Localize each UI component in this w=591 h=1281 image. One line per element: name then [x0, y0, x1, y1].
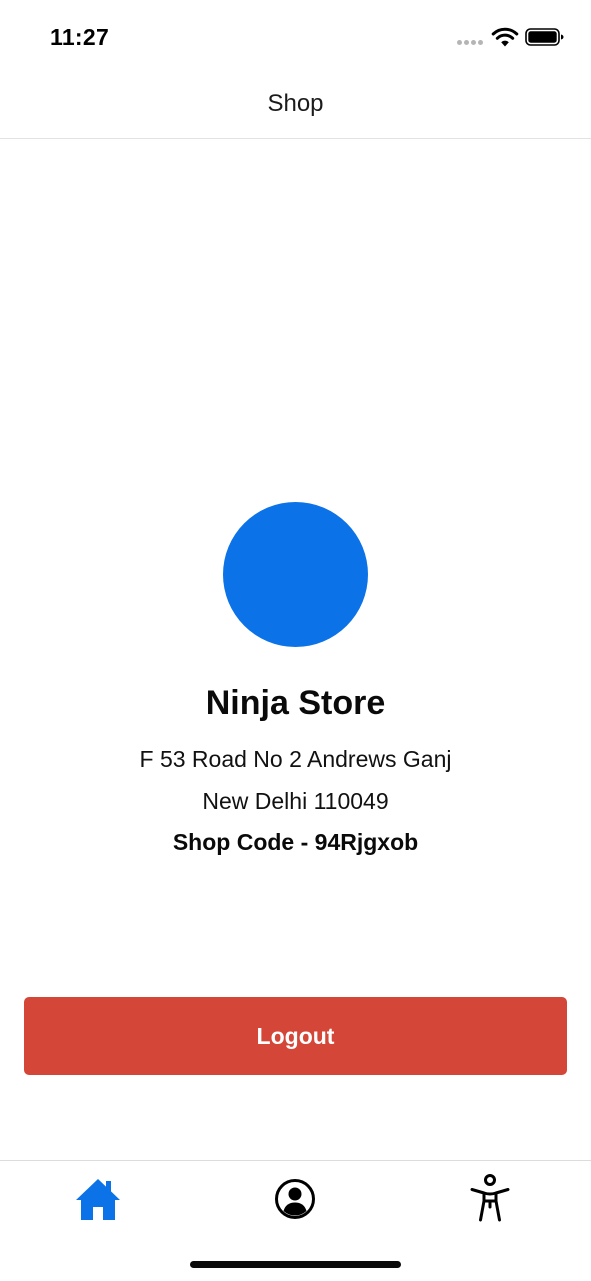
status-time: 11:27 [50, 24, 110, 50]
store-avatar [223, 502, 368, 647]
tab-accessibility[interactable] [460, 1173, 520, 1225]
cellular-signal-icon [457, 40, 485, 46]
home-indicator [190, 1261, 401, 1268]
home-icon [76, 1179, 120, 1220]
device-notch [173, 0, 418, 50]
page-title: Shop [267, 90, 324, 117]
tab-home[interactable] [68, 1173, 128, 1225]
shop-code: Shop Code - 94Rjgxob [172, 829, 419, 855]
store-address-line-1: F 53 Road No 2 Andrews Ganj [139, 746, 452, 772]
store-name: Ninja Store [205, 684, 386, 722]
tab-profile[interactable] [265, 1173, 325, 1225]
navigation-header: Shop [0, 80, 591, 139]
status-bar: 11:27 [0, 0, 591, 80]
battery-icon [525, 28, 564, 46]
profile-icon [275, 1179, 315, 1219]
accessibility-icon [470, 1174, 510, 1222]
wifi-icon [491, 27, 519, 47]
store-address-line-2: New Delhi 110049 [202, 788, 389, 814]
logout-button[interactable]: Logout [24, 997, 567, 1075]
